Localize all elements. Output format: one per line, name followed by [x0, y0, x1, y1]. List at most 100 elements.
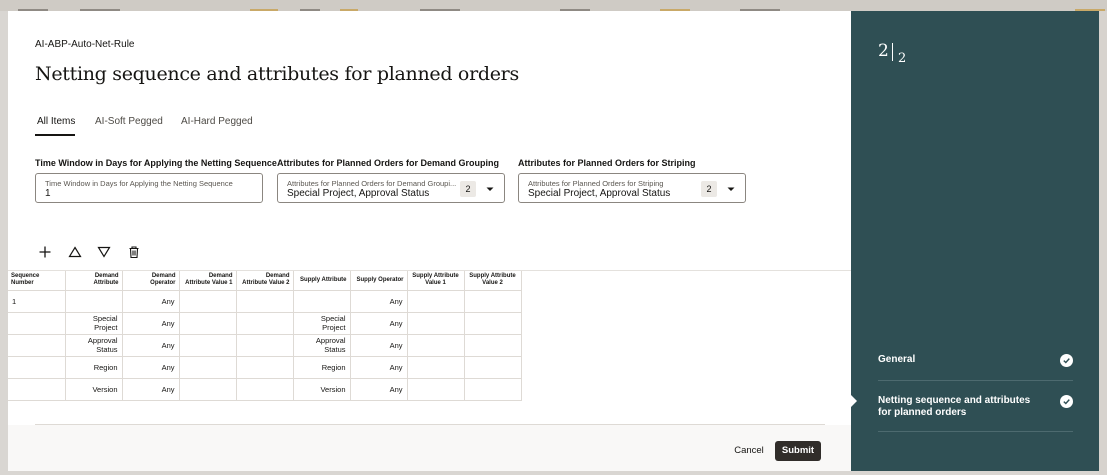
cell-demand-value-2[interactable] — [235, 333, 294, 357]
col-header-supply-operator[interactable]: Supply Operator — [349, 271, 408, 291]
cell-demand-operator[interactable]: Any — [121, 377, 180, 401]
time-window-inner-label: Time Window in Days for Applying the Net… — [45, 179, 233, 188]
col-header-demand-attribute-value-1[interactable]: Demand Attribute Value 1 — [178, 271, 237, 291]
cell-demand-operator[interactable]: Any — [121, 311, 180, 335]
cell-supply-attribute[interactable]: Region — [292, 355, 351, 379]
chevron-down-icon[interactable] — [483, 182, 497, 196]
col-header-sequence-number[interactable]: Sequence Number — [8, 271, 66, 291]
step-general[interactable]: General — [878, 354, 1073, 368]
demand-grouping-select[interactable]: Attributes for Planned Orders for Demand… — [277, 173, 505, 203]
check-circle-icon — [1060, 354, 1073, 367]
cell-demand-value-1[interactable] — [178, 311, 237, 335]
cell-demand-operator[interactable]: Any — [121, 355, 180, 379]
move-down-button[interactable] — [95, 243, 113, 261]
active-tab-indicator — [35, 134, 75, 136]
move-up-button[interactable] — [66, 243, 84, 261]
progress-sidebar: 2 2 General Netting sequence and attribu… — [851, 11, 1099, 471]
cell-supply-attribute[interactable]: Special Project — [292, 311, 351, 335]
cell-supply-operator[interactable]: Any — [349, 333, 408, 357]
cell-demand-value-2[interactable] — [235, 355, 294, 379]
table-row[interactable]: Special Project Any Special Project Any — [8, 311, 522, 335]
cell-demand-value-1[interactable] — [178, 333, 237, 357]
demand-grouping-value: Special Project, Approval Status — [287, 188, 430, 199]
cell-supply-operator[interactable]: Any — [349, 311, 408, 335]
cell-demand-operator[interactable]: Any — [121, 289, 180, 313]
current-page-number: 2 — [878, 41, 889, 61]
cell-demand-value-2[interactable] — [235, 311, 294, 335]
triangle-down-icon — [97, 246, 111, 258]
col-header-supply-attribute[interactable]: Supply Attribute — [292, 271, 351, 291]
netting-sequence-grid: Sequence Number Demand Attribute Demand … — [8, 271, 851, 401]
step-general-label: General — [878, 354, 916, 365]
cell-supply-value-1[interactable] — [406, 377, 465, 401]
table-row[interactable]: Approval Status Any Approval Status Any — [8, 333, 522, 357]
step-netting-sequence[interactable]: Netting sequence and attributes for plan… — [878, 395, 1073, 421]
col-header-demand-attribute-value-2[interactable]: Demand Attribute Value 2 — [235, 271, 294, 291]
step-netting-sequence-label: Netting sequence and attributes for plan… — [878, 395, 1031, 418]
add-row-button[interactable] — [36, 243, 54, 261]
striping-count-badge: 2 — [701, 181, 717, 197]
cell-supply-value-1[interactable] — [406, 289, 465, 313]
cell-supply-attribute[interactable]: Approval Status — [292, 333, 351, 357]
grid-header-row: Sequence Number Demand Attribute Demand … — [8, 271, 522, 291]
time-window-label: Time Window in Days for Applying the Net… — [35, 158, 277, 168]
striping-select[interactable]: Attributes for Planned Orders for Stripi… — [518, 173, 746, 203]
footer-divider — [35, 424, 825, 425]
cell-sequence-number[interactable] — [8, 333, 66, 357]
tab-all-items[interactable]: All Items — [37, 116, 75, 127]
step-separator — [878, 380, 1073, 381]
table-row[interactable]: Version Any Version Any — [8, 377, 522, 401]
cell-supply-value-2[interactable] — [463, 333, 522, 357]
chevron-down-icon[interactable] — [724, 182, 738, 196]
cell-demand-attribute[interactable]: Approval Status — [64, 333, 123, 357]
cell-sequence-number[interactable]: 1 — [8, 289, 66, 313]
cell-supply-value-1[interactable] — [406, 311, 465, 335]
col-header-demand-attribute[interactable]: Demand Attribute — [64, 271, 123, 291]
cell-supply-value-2[interactable] — [463, 355, 522, 379]
cell-demand-attribute[interactable]: Version — [64, 377, 123, 401]
cell-demand-value-1[interactable] — [178, 289, 237, 313]
delete-row-button[interactable] — [125, 243, 143, 261]
col-header-supply-attribute-value-1[interactable]: Supply Attribute Value 1 — [406, 271, 465, 291]
cell-supply-attribute[interactable] — [292, 289, 351, 313]
col-header-supply-attribute-value-2[interactable]: Supply Attribute Value 2 — [463, 271, 522, 291]
submit-button[interactable]: Submit — [775, 441, 821, 461]
cell-demand-value-1[interactable] — [178, 355, 237, 379]
striping-label: Attributes for Planned Orders for Stripi… — [518, 158, 696, 168]
cell-supply-value-2[interactable] — [463, 289, 522, 313]
cell-demand-value-2[interactable] — [235, 377, 294, 401]
cell-demand-operator[interactable]: Any — [121, 333, 180, 357]
cell-supply-attribute[interactable]: Version — [292, 377, 351, 401]
cell-sequence-number[interactable] — [8, 311, 66, 335]
cell-supply-operator[interactable]: Any — [349, 289, 408, 313]
cell-supply-operator[interactable]: Any — [349, 377, 408, 401]
tab-ai-soft-pegged[interactable]: AI-Soft Pegged — [95, 116, 163, 127]
cell-supply-value-2[interactable] — [463, 311, 522, 335]
cell-supply-value-1[interactable] — [406, 333, 465, 357]
total-page-number: 2 — [898, 51, 907, 66]
table-row[interactable]: 1 Any Any — [8, 289, 522, 313]
cell-demand-attribute[interactable]: Region — [64, 355, 123, 379]
plus-icon — [39, 246, 51, 258]
time-window-value: 1 — [45, 188, 51, 199]
step-separator — [878, 431, 1073, 432]
tab-ai-hard-pegged[interactable]: AI-Hard Pegged — [181, 116, 253, 127]
cancel-button[interactable]: Cancel — [730, 441, 768, 461]
cell-sequence-number[interactable] — [8, 355, 66, 379]
top-strip — [0, 0, 1107, 11]
cell-supply-value-2[interactable] — [463, 377, 522, 401]
cell-demand-attribute[interactable] — [64, 289, 123, 313]
cell-demand-value-1[interactable] — [178, 377, 237, 401]
cell-sequence-number[interactable] — [8, 377, 66, 401]
demand-grouping-count-badge: 2 — [460, 181, 476, 197]
cell-supply-operator[interactable]: Any — [349, 355, 408, 379]
col-header-demand-operator[interactable]: Demand Operator — [121, 271, 180, 291]
time-window-field[interactable]: Time Window in Days for Applying the Net… — [35, 173, 263, 203]
demand-grouping-label: Attributes for Planned Orders for Demand… — [277, 158, 500, 168]
table-row[interactable]: Region Any Region Any — [8, 355, 522, 379]
page-title: Netting sequence and attributes for plan… — [35, 63, 519, 85]
cell-demand-value-2[interactable] — [235, 289, 294, 313]
cell-demand-attribute[interactable]: Special Project — [64, 311, 123, 335]
current-step-indicator — [851, 395, 857, 407]
cell-supply-value-1[interactable] — [406, 355, 465, 379]
